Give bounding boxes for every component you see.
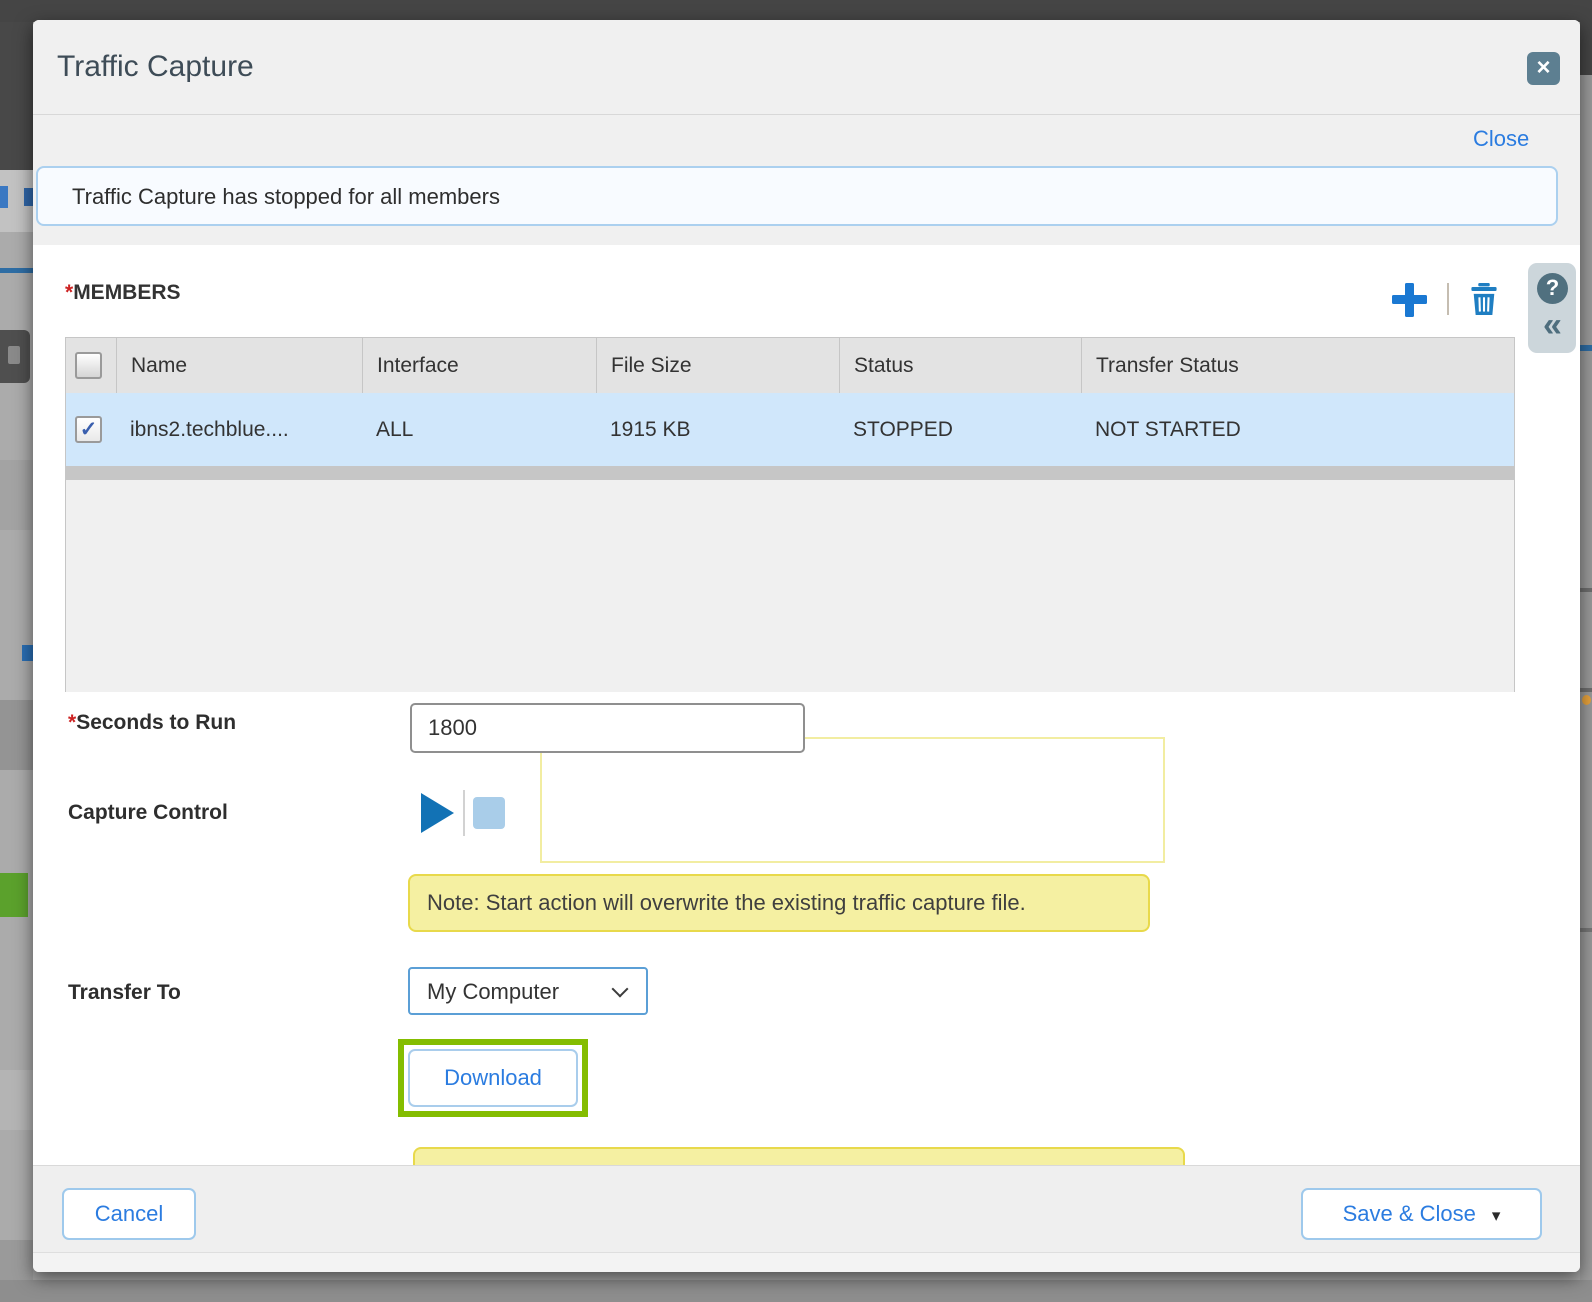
background-fragment [1580,928,1592,932]
cancel-button[interactable]: Cancel [62,1188,196,1240]
column-header-status[interactable]: Status [839,338,1081,393]
seconds-to-run-input[interactable] [410,703,805,753]
seconds-to-run-label-text: Seconds to Run [76,711,236,734]
transfer-to-value: My Computer [427,979,559,1005]
download-highlight-ring: Download [398,1039,588,1117]
save-and-close-label: Save & Close [1343,1201,1476,1226]
dialog-header-area: Traffic Capture × Close Traffic Capture … [33,20,1580,245]
dialog-body: *MEMBERS ? « [33,245,1580,1165]
capture-control-label: Capture Control [68,801,228,825]
background-fragment [8,346,20,364]
clipped-note-box [413,1147,1185,1165]
row-checkbox-cell: ✓ [66,393,116,466]
column-header-transfer-status[interactable]: Transfer Status [1081,338,1514,393]
transfer-to-select[interactable]: My Computer [408,967,648,1015]
background-fragment [0,268,33,273]
background-fragment [0,1070,33,1130]
members-table: Name Interface File Size Status Transfer… [65,337,1515,692]
required-mark: * [65,281,73,304]
save-options-caret-icon[interactable]: ▾ [1492,1206,1501,1225]
background-fragment [1582,695,1591,705]
select-all-cell [66,338,116,393]
close-icon[interactable]: × [1527,52,1560,85]
row-checkbox[interactable]: ✓ [75,416,102,443]
background-fragment [0,186,8,208]
row-interface: ALL [362,393,596,466]
background-fragment [22,645,33,661]
transfer-to-label: Transfer To [68,981,181,1005]
dialog-titlebar: Traffic Capture × [33,20,1580,115]
close-link[interactable]: Close [1473,126,1553,152]
table-header-row: Name Interface File Size Status Transfer… [66,338,1514,393]
download-button[interactable]: Download [408,1049,578,1107]
background-fragment [0,460,33,530]
help-icon[interactable]: ? [1537,273,1568,304]
capture-control-divider [463,790,465,836]
save-and-close-button[interactable]: Save & Close ▾ [1301,1188,1542,1240]
background-right-strip [1580,0,1592,1302]
page: Traffic Capture × Close Traffic Capture … [0,0,1592,1302]
stop-capture-icon[interactable] [473,797,505,829]
background-fragment [0,700,33,770]
row-status: STOPPED [839,393,1081,466]
delete-member-icon[interactable] [1469,283,1499,315]
column-header-interface[interactable]: Interface [362,338,596,393]
dialog-title: Traffic Capture [57,50,254,84]
table-row[interactable]: ✓ ibns2.techblue.... ALL 1915 KB STOPPED… [66,393,1514,466]
seconds-to-run-label: *Seconds to Run [68,711,236,735]
background-fragment [0,0,33,170]
chevron-down-icon [612,981,629,998]
help-flyout-panel: ? « [1528,263,1576,353]
note-text: Note: Start action will overwrite the ex… [427,890,1026,916]
background-left-strip [0,0,33,1302]
capture-control-highlight-box [540,737,1165,863]
required-mark: * [68,711,76,734]
background-top-band [0,0,1592,22]
column-header-name[interactable]: Name [116,338,362,393]
horizontal-scrollbar[interactable] [66,466,1514,480]
status-message-box: Traffic Capture has stopped for all memb… [36,166,1558,226]
column-header-file-size[interactable]: File Size [596,338,839,393]
table-empty-area [66,480,1514,692]
traffic-capture-dialog: Traffic Capture × Close Traffic Capture … [33,20,1580,1272]
background-fragment [24,188,33,206]
collapse-panel-icon[interactable]: « [1537,305,1568,345]
row-name: ibns2.techblue.... [116,393,362,466]
add-member-icon[interactable] [1391,283,1427,317]
status-message: Traffic Capture has stopped for all memb… [72,184,500,210]
start-capture-icon[interactable] [421,793,454,833]
members-label: *MEMBERS [65,281,181,305]
background-fragment [1580,688,1592,692]
background-bottom-band [0,1280,1592,1302]
select-all-checkbox[interactable] [75,352,102,379]
dialog-footer: Cancel Save & Close ▾ [33,1165,1580,1252]
toolbar-divider [1447,283,1449,315]
background-fragment [1580,588,1592,592]
background-fragment [1580,345,1592,351]
note-box: Note: Start action will overwrite the ex… [408,874,1150,932]
background-fragment [0,873,28,917]
row-transfer-status: NOT STARTED [1081,393,1514,466]
row-file-size: 1915 KB [596,393,839,466]
members-label-text: MEMBERS [73,281,180,304]
dialog-bottom-edge [33,1252,1580,1272]
